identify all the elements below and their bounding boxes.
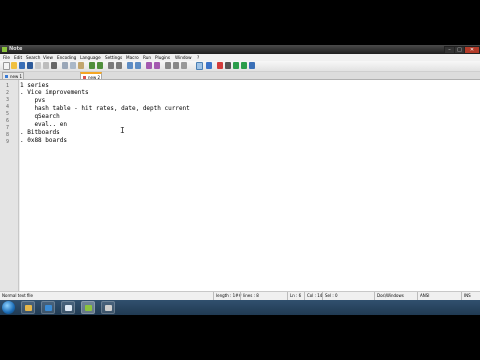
undo-icon[interactable] bbox=[89, 62, 95, 69]
code-line[interactable]: eval.. en bbox=[20, 121, 67, 128]
run-macro-multiple-icon[interactable] bbox=[241, 62, 247, 69]
line-number: 5 bbox=[6, 111, 10, 117]
play-macro-icon[interactable] bbox=[233, 62, 239, 69]
taskbar-document[interactable] bbox=[101, 301, 115, 314]
start-button[interactable] bbox=[2, 301, 15, 314]
stop-macro-icon[interactable] bbox=[225, 62, 231, 69]
taskbar-notepad[interactable] bbox=[61, 301, 75, 314]
record-macro-icon[interactable] bbox=[217, 62, 223, 69]
paste-icon[interactable] bbox=[78, 62, 84, 69]
editor-area[interactable]: 1 2 3 4 5 6 7 8 9 1 series . Vice improv… bbox=[0, 80, 480, 295]
menu-encoding[interactable]: Encoding bbox=[57, 54, 76, 61]
line-number: 4 bbox=[6, 104, 10, 110]
menu-view[interactable]: View bbox=[43, 54, 53, 61]
code-line[interactable]: pvs bbox=[20, 97, 45, 104]
title-bar: Note – □ ✕ bbox=[0, 45, 480, 54]
user-language-icon[interactable] bbox=[196, 62, 203, 70]
word-wrap-icon[interactable] bbox=[165, 62, 171, 69]
status-file-type: Normal text file bbox=[2, 293, 34, 298]
code-line[interactable]: . 0x88 boards bbox=[20, 137, 67, 144]
line-number: 7 bbox=[6, 125, 10, 131]
toolbar bbox=[0, 61, 480, 72]
save-icon[interactable] bbox=[19, 62, 25, 69]
menu-macro[interactable]: Macro bbox=[126, 54, 139, 61]
code-line[interactable]: qSearch bbox=[20, 113, 59, 120]
show-all-chars-icon[interactable] bbox=[173, 62, 179, 69]
taskbar-notepad-plus[interactable] bbox=[81, 301, 95, 314]
save-all-icon[interactable] bbox=[27, 62, 33, 69]
close-file-icon[interactable] bbox=[35, 62, 41, 69]
sync-horizontal-icon[interactable] bbox=[154, 62, 160, 69]
status-encoding: ANSI bbox=[417, 292, 429, 300]
code-line[interactable]: . Vice improvements bbox=[20, 89, 89, 96]
tab-new-2[interactable]: new 2 bbox=[80, 72, 102, 80]
line-number: 9 bbox=[6, 139, 10, 145]
status-column: Col : 14 bbox=[304, 292, 322, 300]
menu-bar: File Edit Search View Encoding Language … bbox=[0, 54, 480, 61]
replace-icon[interactable] bbox=[116, 62, 122, 69]
code-line[interactable]: hash table - hit rates, date, depth curr… bbox=[20, 105, 189, 112]
status-selection: Sel : 0 bbox=[322, 292, 338, 300]
indent-guide-icon[interactable] bbox=[181, 62, 187, 69]
status-insert-mode: INS bbox=[461, 292, 471, 300]
tab-bar: new 1 new 2 bbox=[0, 72, 480, 80]
menu-settings[interactable]: Settings bbox=[105, 54, 122, 61]
close-all-icon[interactable] bbox=[43, 62, 49, 69]
taskbar-media[interactable] bbox=[41, 301, 55, 314]
zoom-in-icon[interactable] bbox=[127, 62, 133, 69]
menu-edit[interactable]: Edit bbox=[14, 54, 22, 61]
menu-language[interactable]: Language bbox=[80, 54, 101, 61]
menu-file[interactable]: File bbox=[3, 54, 10, 61]
notepad-plus-icon bbox=[85, 305, 92, 311]
redo-icon[interactable] bbox=[97, 62, 103, 69]
status-eol: Dos\Windows bbox=[374, 292, 404, 300]
menu-run[interactable]: Run bbox=[143, 54, 151, 61]
open-folder-icon[interactable] bbox=[11, 62, 17, 69]
notepad-app-window: Note – □ ✕ File Edit Search View Encodin… bbox=[0, 45, 480, 315]
system-tray bbox=[440, 301, 478, 314]
doc-map-icon[interactable] bbox=[206, 62, 212, 69]
media-player-icon bbox=[45, 305, 52, 311]
tab-new-1[interactable]: new 1 bbox=[2, 72, 24, 79]
mouse-ibeam-cursor: I bbox=[120, 126, 125, 135]
letterbox-bottom bbox=[0, 315, 480, 360]
line-number: 6 bbox=[6, 118, 10, 124]
zoom-out-icon[interactable] bbox=[135, 62, 141, 69]
document-icon bbox=[105, 305, 112, 311]
copy-icon[interactable] bbox=[70, 62, 76, 69]
find-icon[interactable] bbox=[108, 62, 114, 69]
close-button[interactable]: ✕ bbox=[464, 46, 480, 54]
line-number-gutter: 1 2 3 4 5 6 7 8 9 bbox=[0, 80, 19, 295]
save-macro-icon[interactable] bbox=[249, 62, 255, 69]
code-line[interactable]: 1 series bbox=[20, 82, 49, 89]
menu-search[interactable]: Search bbox=[26, 54, 40, 61]
saved-file-icon bbox=[5, 75, 8, 78]
menu-window[interactable]: Window bbox=[175, 54, 192, 61]
windows-taskbar bbox=[0, 300, 480, 315]
line-number: 2 bbox=[6, 90, 10, 96]
menu-help[interactable]: ? bbox=[197, 54, 199, 61]
code-line[interactable]: . Bitboards bbox=[20, 129, 60, 136]
status-length: length : 1## bbox=[213, 292, 242, 300]
line-number: 3 bbox=[6, 97, 10, 103]
line-number: 8 bbox=[6, 132, 10, 138]
status-lines: lines : 8 bbox=[240, 292, 259, 300]
sync-vertical-icon[interactable] bbox=[146, 62, 152, 69]
menu-plugins[interactable]: Plugins bbox=[155, 54, 170, 61]
unsaved-file-icon bbox=[83, 76, 86, 79]
letterbox-top bbox=[0, 0, 480, 45]
cut-icon[interactable] bbox=[62, 62, 68, 69]
status-bar: Normal text file length : 1## lines : 8 … bbox=[0, 291, 480, 300]
folder-icon bbox=[25, 305, 32, 311]
app-icon bbox=[2, 47, 7, 52]
print-icon[interactable] bbox=[51, 62, 57, 69]
status-line-position: Ln : 6 bbox=[287, 292, 301, 300]
notepad-icon bbox=[65, 305, 72, 311]
window-title: Note bbox=[9, 46, 23, 52]
new-file-icon[interactable] bbox=[3, 62, 10, 70]
line-number: 1 bbox=[6, 83, 10, 89]
taskbar-explorer[interactable] bbox=[21, 301, 35, 314]
tab-label: new 1 bbox=[10, 74, 23, 79]
